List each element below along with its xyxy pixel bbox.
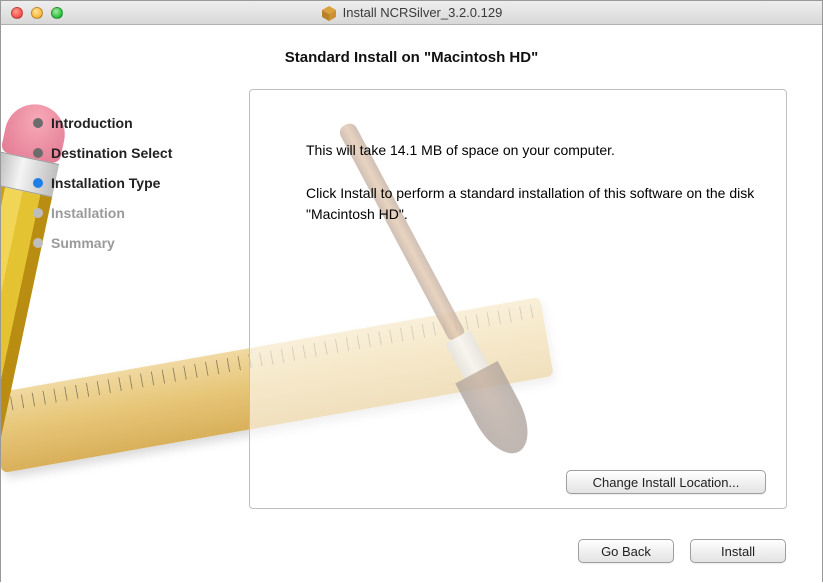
step-bullet-icon [33, 148, 43, 158]
step-bullet-icon [33, 208, 43, 218]
step-label: Summary [51, 235, 115, 251]
step-installation: Installation [33, 205, 243, 221]
minimize-window-button[interactable] [31, 7, 43, 19]
step-bullet-icon [33, 118, 43, 128]
step-label: Destination Select [51, 145, 172, 161]
package-icon [321, 5, 337, 21]
change-install-location-button[interactable]: Change Install Location... [566, 470, 766, 494]
window-controls [1, 7, 63, 19]
instructions-text: Click Install to perform a standard inst… [306, 183, 758, 225]
installer-steps: Introduction Destination Select Installa… [33, 115, 243, 251]
titlebar: Install NCRSilver_3.2.0.129 [1, 1, 822, 25]
step-label: Introduction [51, 115, 133, 131]
content-area: Standard Install on "Macintosh HD" Intro… [1, 25, 822, 583]
step-installation-type: Installation Type [33, 175, 243, 191]
zoom-window-button[interactable] [51, 7, 63, 19]
step-summary: Summary [33, 235, 243, 251]
step-bullet-icon [33, 178, 43, 188]
go-back-button[interactable]: Go Back [578, 539, 674, 563]
step-destination-select: Destination Select [33, 145, 243, 161]
window-title: Install NCRSilver_3.2.0.129 [343, 5, 503, 20]
step-label: Installation Type [51, 175, 160, 191]
install-button[interactable]: Install [690, 539, 786, 563]
close-window-button[interactable] [11, 7, 23, 19]
disk-space-text: This will take 14.1 MB of space on your … [306, 140, 758, 161]
footer-buttons: Go Back Install [578, 539, 786, 563]
step-bullet-icon [33, 238, 43, 248]
step-introduction: Introduction [33, 115, 243, 131]
page-heading: Standard Install on "Macintosh HD" [1, 49, 822, 66]
main-panel: This will take 14.1 MB of space on your … [249, 89, 787, 509]
step-label: Installation [51, 205, 125, 221]
